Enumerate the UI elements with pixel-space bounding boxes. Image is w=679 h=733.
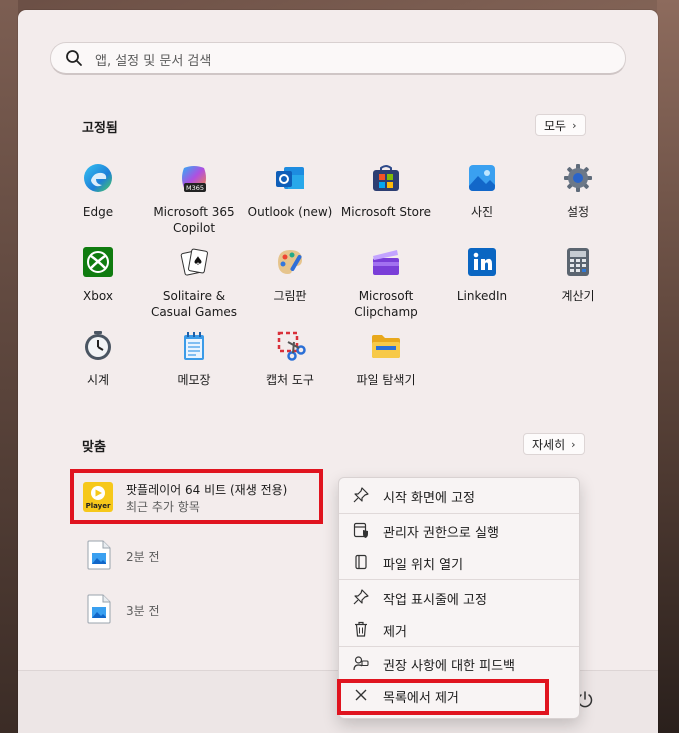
pinned-app-calculator[interactable]: 계산기 — [530, 246, 626, 304]
search-icon — [66, 50, 82, 66]
highlight-box-potplayer — [70, 469, 323, 524]
recommended-item-subtitle: 2분 전 — [126, 550, 160, 564]
menu-item-uninstall[interactable]: 제거 — [339, 614, 579, 644]
app-label: 캡처 도구 — [266, 373, 314, 387]
photos-icon — [469, 165, 495, 191]
highlight-box-remove-from-list — [337, 679, 549, 715]
gear-icon — [564, 164, 592, 192]
chevron-right-icon: › — [572, 118, 577, 132]
calculator-icon — [567, 248, 589, 276]
clock-icon — [85, 331, 111, 360]
pinned-app-file-explorer[interactable]: 파일 탐색기 — [338, 330, 434, 388]
chevron-right-icon: › — [571, 437, 576, 451]
app-label: 계산기 — [561, 289, 595, 303]
menu-separator — [339, 646, 579, 647]
image-file-icon — [87, 540, 111, 570]
snipping-tool-icon — [277, 331, 306, 361]
desktop-wallpaper-left — [0, 0, 18, 733]
app-label: 파일 탐색기 — [356, 373, 416, 387]
app-label: 그림판 — [273, 289, 307, 303]
svg-text:♠: ♠ — [193, 254, 204, 268]
menu-item-label: 관리자 권한으로 실행 — [383, 526, 499, 541]
edge-icon — [84, 164, 112, 192]
paint-icon — [278, 250, 302, 274]
folder-icon — [355, 554, 367, 570]
pinned-app-notepad[interactable]: 메모장 — [146, 330, 242, 388]
pinned-app-clipchamp[interactable]: Microsoft Clipchamp — [338, 246, 434, 320]
solitaire-icon: ♠ — [180, 248, 208, 276]
pinned-app-store[interactable]: Microsoft Store — [338, 162, 434, 220]
menu-item-label: 시작 화면에 고정 — [383, 491, 475, 506]
pinned-app-linkedin[interactable]: LinkedIn — [434, 246, 530, 304]
pinned-title: 고정됨 — [82, 121, 118, 136]
menu-item-feedback[interactable]: 권장 사항에 대한 피드백 — [339, 648, 579, 678]
app-label: Xbox — [83, 289, 113, 303]
menu-item-pin-to-taskbar[interactable]: 작업 표시줄에 고정 — [339, 582, 579, 612]
pinned-app-clock[interactable]: 시계 — [50, 330, 146, 388]
desktop-wallpaper-right — [657, 0, 679, 733]
app-label: 설정 — [566, 205, 590, 219]
pinned-app-m365-copilot[interactable]: M365 Microsoft 365 Copilot — [146, 162, 242, 236]
app-label: Microsoft Clipchamp — [354, 289, 418, 319]
app-label: 사진 — [470, 205, 494, 219]
pinned-app-edge[interactable]: Edge — [50, 162, 146, 220]
trash-icon — [355, 621, 367, 637]
app-label: Outlook (new) — [247, 205, 333, 219]
more-button[interactable]: 자세히 › — [523, 433, 585, 455]
app-label: 시계 — [86, 373, 110, 387]
pinned-app-settings[interactable]: 설정 — [530, 162, 626, 220]
pinned-app-outlook[interactable]: Outlook (new) — [242, 162, 338, 220]
pin-icon — [353, 589, 369, 605]
linkedin-icon — [468, 248, 496, 276]
image-file-icon — [87, 594, 111, 624]
feedback-icon — [353, 656, 369, 671]
clipchamp-icon — [373, 250, 399, 275]
menu-separator — [339, 579, 579, 580]
pinned-app-snipping-tool[interactable]: 캡처 도구 — [242, 330, 338, 388]
menu-item-label: 제거 — [383, 625, 407, 640]
app-label: LinkedIn — [456, 289, 508, 303]
xbox-icon — [83, 247, 113, 277]
menu-item-pin-to-start[interactable]: 시작 화면에 고정 — [339, 480, 579, 510]
m365-copilot-icon: M365 — [182, 166, 206, 192]
admin-shield-icon — [353, 522, 368, 538]
m365-badge-text: M365 — [186, 184, 204, 192]
menu-item-label: 작업 표시줄에 고정 — [383, 593, 487, 608]
app-label: Solitaire & Casual Games — [150, 289, 238, 319]
pinned-app-photos[interactable]: 사진 — [434, 162, 530, 220]
recommended-item-file-1[interactable]: 2분 전 — [86, 540, 286, 572]
recommended-title: 맞춤 — [82, 440, 106, 455]
app-label: Microsoft 365 Copilot — [153, 205, 235, 235]
all-apps-button[interactable]: 모두 › — [535, 114, 586, 136]
search-placeholder: 앱, 설정 및 문서 검색 — [95, 54, 212, 69]
store-icon — [373, 165, 399, 191]
all-apps-label: 모두 — [544, 118, 567, 133]
file-explorer-icon — [372, 335, 400, 358]
search-box[interactable]: 앱, 설정 및 문서 검색 — [50, 42, 626, 75]
notepad-icon — [184, 332, 204, 360]
pinned-app-xbox[interactable]: Xbox — [50, 246, 146, 304]
recommended-item-subtitle: 3분 전 — [126, 604, 160, 618]
menu-separator — [339, 513, 579, 514]
menu-item-open-file-location[interactable]: 파일 위치 열기 — [339, 547, 579, 577]
more-label: 자세히 — [532, 437, 566, 452]
pinned-app-paint[interactable]: 그림판 — [242, 246, 338, 304]
pin-icon — [353, 487, 369, 503]
recommended-item-file-2[interactable]: 3분 전 — [86, 594, 286, 626]
app-label: Edge — [82, 205, 114, 219]
app-label: 메모장 — [177, 373, 211, 387]
menu-item-label: 권장 사항에 대한 피드백 — [383, 659, 515, 674]
menu-item-run-as-admin[interactable]: 관리자 권한으로 실행 — [339, 515, 579, 545]
app-label: Microsoft Store — [340, 205, 432, 219]
pinned-app-solitaire[interactable]: ♠ Solitaire & Casual Games — [146, 246, 242, 320]
menu-item-label: 파일 위치 열기 — [383, 558, 464, 573]
outlook-icon — [276, 167, 304, 189]
